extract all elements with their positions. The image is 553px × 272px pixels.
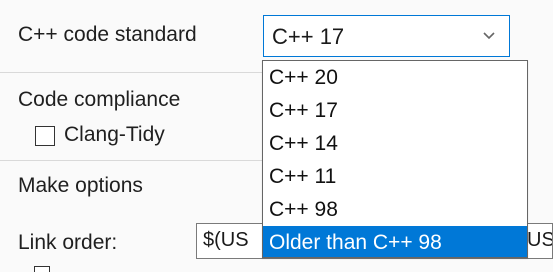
dropdown-option-cpp11[interactable]: C++ 11 xyxy=(263,160,527,193)
make-options-separator xyxy=(0,160,262,161)
partially-visible-row-text xyxy=(60,262,530,272)
dropdown-option-cpp98[interactable]: C++ 98 xyxy=(263,193,527,226)
dropdown-option-cpp14[interactable]: C++ 14 xyxy=(263,127,527,160)
cpp-standard-combobox[interactable]: C++ 17 xyxy=(263,15,510,57)
code-compliance-separator xyxy=(0,72,262,73)
link-order-value-right: US_L xyxy=(527,229,553,251)
cpp-standard-selected-value: C++ 17 xyxy=(272,24,345,49)
dropdown-option-cpp20[interactable]: C++ 20 xyxy=(263,61,527,94)
cpp-standard-dropdown-list: C++ 20 C++ 17 C++ 14 C++ 11 C++ 98 Older… xyxy=(262,60,528,258)
clang-tidy-checkbox[interactable] xyxy=(35,126,55,146)
dropdown-option-cpp17[interactable]: C++ 17 xyxy=(263,94,527,127)
code-compliance-heading: Code compliance xyxy=(18,88,181,111)
link-order-label: Link order: xyxy=(18,231,118,254)
cpp-settings-panel: C++ code standard C++ 17 Code compliance… xyxy=(0,0,553,272)
make-options-heading: Make options xyxy=(18,174,143,197)
clang-tidy-label: Clang-Tidy xyxy=(64,123,165,146)
dropdown-option-older-than-cpp98[interactable]: Older than C++ 98 xyxy=(263,226,527,257)
chevron-down-icon xyxy=(483,32,495,40)
cpp-code-standard-label: C++ code standard xyxy=(18,23,197,46)
link-order-value-left: $(US xyxy=(203,229,249,251)
partially-visible-checkbox[interactable] xyxy=(34,266,50,272)
